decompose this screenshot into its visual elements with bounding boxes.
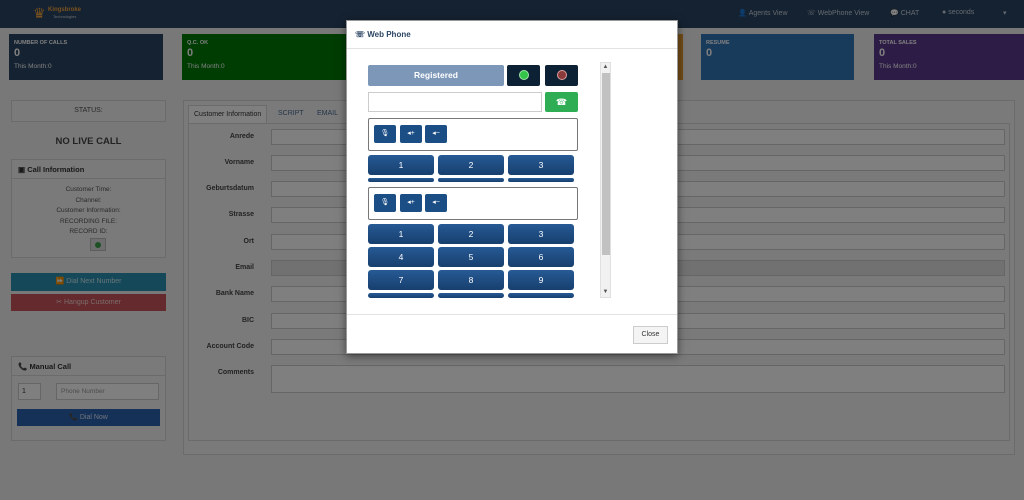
volume-down-icon[interactable]: ◂−: [425, 194, 447, 212]
keypad2-key-9[interactable]: 9: [508, 270, 574, 290]
webphone-panel: Registered ☎ 🎙 ◂+ ◂− 1 2 3 🎙 ◂+ ◂− 1 2 3: [368, 65, 579, 298]
keypad2-key-4[interactable]: 4: [368, 247, 434, 267]
volume-up-icon[interactable]: ◂+: [400, 125, 422, 143]
keypad2-key-2[interactable]: 2: [438, 224, 504, 244]
keypad2-row-fragment: [368, 293, 434, 298]
phone-icon: ☎: [555, 97, 568, 107]
green-led-icon: [519, 70, 529, 80]
webphone-scrollbar[interactable]: ▲ ▼: [600, 62, 611, 298]
call-button[interactable]: ☎: [545, 92, 578, 112]
headset-icon: ☏: [355, 30, 366, 39]
mic-icon[interactable]: 🎙: [374, 125, 396, 143]
modal-header: ☏ Web Phone: [347, 21, 677, 49]
line2-controls: 🎙 ◂+ ◂−: [368, 187, 578, 220]
scroll-thumb[interactable]: [602, 73, 610, 255]
line1-controls: 🎙 ◂+ ◂−: [368, 118, 578, 151]
keypad1-row-fragment: [368, 178, 434, 182]
modal-footer: Close: [347, 314, 677, 354]
keypad2-key-1[interactable]: 1: [368, 224, 434, 244]
keypad2-key-5[interactable]: 5: [438, 247, 504, 267]
hangup-led-button[interactable]: [545, 65, 578, 86]
keypad2-key-8[interactable]: 8: [438, 270, 504, 290]
keypad2-row-fragment: [508, 293, 574, 298]
web-phone-modal: ☏ Web Phone Registered ☎ 🎙 ◂+ ◂− 1 2 3 🎙…: [346, 20, 678, 354]
keypad1-row-fragment: [508, 178, 574, 182]
scroll-up-icon[interactable]: ▲: [601, 63, 610, 71]
keypad2-key-7[interactable]: 7: [368, 270, 434, 290]
volume-down-icon[interactable]: ◂−: [425, 125, 447, 143]
keypad2-key-6[interactable]: 6: [508, 247, 574, 267]
keypad1-key-3[interactable]: 3: [508, 155, 574, 175]
keypad2-row-fragment: [438, 293, 504, 298]
close-button[interactable]: Close: [633, 326, 668, 344]
registration-status: Registered: [368, 65, 504, 86]
volume-up-icon[interactable]: ◂+: [400, 194, 422, 212]
scroll-down-icon[interactable]: ▼: [601, 288, 610, 296]
keypad2-key-3[interactable]: 3: [508, 224, 574, 244]
dial-number-input[interactable]: [368, 92, 542, 112]
red-led-icon: [557, 70, 567, 80]
answer-led-button[interactable]: [507, 65, 540, 86]
keypad1-key-1[interactable]: 1: [368, 155, 434, 175]
keypad1-key-2[interactable]: 2: [438, 155, 504, 175]
mic-icon[interactable]: 🎙: [374, 194, 396, 212]
modal-title: Web Phone: [367, 30, 411, 39]
keypad1-row-fragment: [438, 178, 504, 182]
